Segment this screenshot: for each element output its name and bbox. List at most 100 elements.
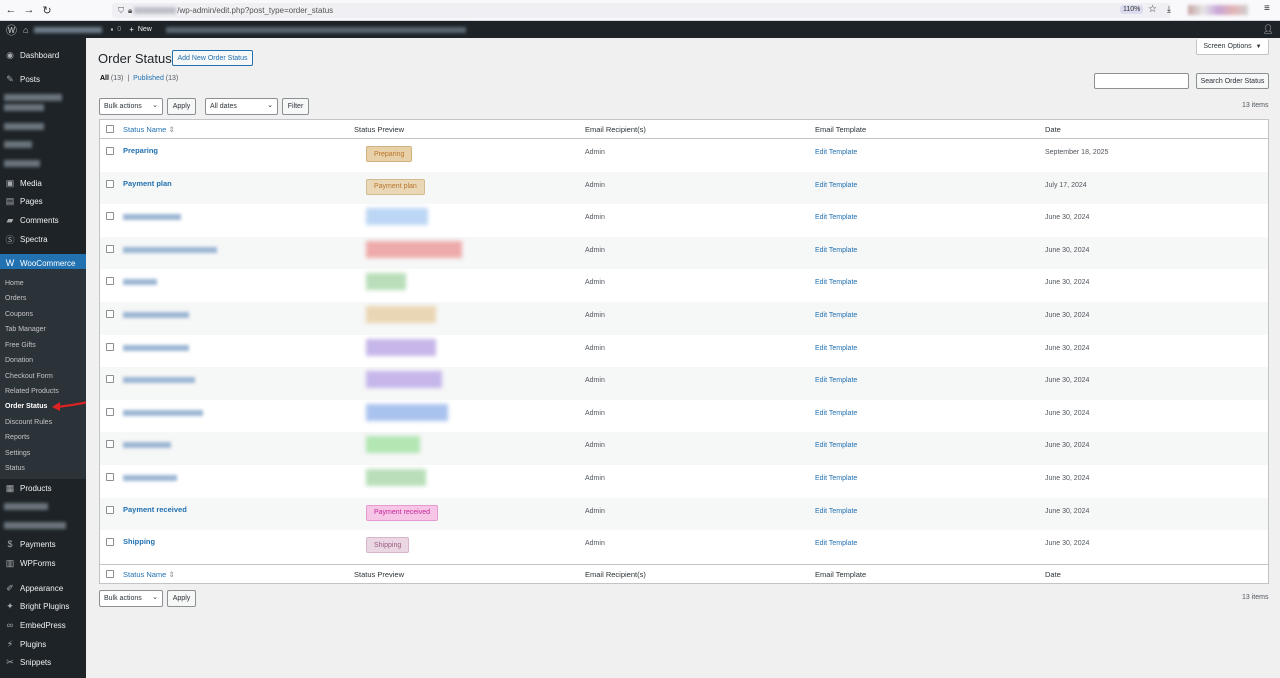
apply-button-bottom[interactable]: Apply: [167, 590, 196, 607]
comments-count[interactable]: 0: [117, 26, 121, 33]
add-new-order-status-button[interactable]: Add New Order Status: [172, 50, 253, 66]
account-icon[interactable]: 👤︎: [1263, 24, 1274, 35]
menu-payments[interactable]: $ Payments: [0, 535, 86, 553]
edit-template-link[interactable]: Edit Template: [815, 508, 857, 515]
extensions-redacted[interactable]: [1188, 5, 1248, 15]
row-checkbox[interactable]: [106, 342, 114, 351]
submenu-status[interactable]: Status: [5, 465, 25, 472]
edit-template-link[interactable]: Edit Template: [815, 410, 857, 417]
submenu-orders[interactable]: Orders: [5, 295, 26, 302]
submenu-related-products[interactable]: Related Products: [5, 388, 59, 395]
submenu-order-status[interactable]: Order Status: [5, 403, 47, 410]
wordpress-logo-icon[interactable]: Ⓦ: [6, 22, 17, 38]
status-name-redacted[interactable]: [123, 214, 181, 221]
status-name-redacted[interactable]: [123, 344, 189, 351]
status-name-redacted[interactable]: [123, 377, 195, 384]
row-checkbox[interactable]: [106, 505, 114, 514]
row-checkbox[interactable]: [106, 407, 114, 416]
edit-template-link[interactable]: Edit Template: [815, 377, 857, 384]
search-order-status-button[interactable]: Search Order Status: [1196, 73, 1269, 89]
menu-item-redacted[interactable]: [4, 94, 62, 101]
edit-template-link[interactable]: Edit Template: [815, 182, 857, 189]
menu-wpforms[interactable]: ▥ WPForms: [0, 554, 86, 572]
select-all-checkbox[interactable]: [106, 125, 114, 133]
status-name-link[interactable]: Payment plan: [123, 179, 172, 188]
menu-dashboard[interactable]: ◉ Dashboard: [0, 46, 86, 64]
bulk-actions-select-bottom[interactable]: Bulk actions ⌄: [99, 590, 163, 607]
row-checkbox[interactable]: [106, 147, 114, 155]
filter-button[interactable]: Filter: [282, 98, 309, 115]
edit-template-link[interactable]: Edit Template: [815, 279, 857, 286]
submenu-free-gifts[interactable]: Free Gifts: [5, 342, 36, 349]
row-checkbox[interactable]: [106, 212, 114, 221]
menu-item-redacted[interactable]: [4, 522, 66, 529]
row-checkbox[interactable]: [106, 375, 114, 384]
star-icon[interactable]: ☆: [1148, 4, 1157, 15]
forward-icon[interactable]: →: [22, 3, 36, 17]
row-checkbox[interactable]: [106, 244, 114, 253]
status-name-redacted[interactable]: [123, 312, 189, 318]
submenu-reports[interactable]: Reports: [5, 434, 30, 441]
select-all-checkbox-footer[interactable]: [106, 570, 114, 578]
row-checkbox[interactable]: [106, 473, 114, 481]
edit-template-link[interactable]: Edit Template: [815, 312, 857, 319]
menu-item-redacted[interactable]: [4, 123, 44, 130]
menu-embedpress[interactable]: ∞ EmbedPress: [0, 616, 86, 634]
menu-pages[interactable]: ▤ Pages: [0, 192, 86, 210]
back-icon[interactable]: ←: [4, 3, 18, 17]
submenu-discount-rules[interactable]: Discount Rules: [5, 419, 52, 426]
row-checkbox[interactable]: [106, 277, 114, 286]
menu-posts[interactable]: ✎ Posts: [0, 70, 86, 88]
menu-item-redacted[interactable]: [4, 503, 48, 510]
menu-item-redacted[interactable]: [4, 141, 32, 148]
menu-bright-plugins[interactable]: ✦ Bright Plugins: [0, 597, 86, 615]
menu-plugins[interactable]: ⚡︎ Plugins: [0, 635, 86, 653]
status-name-redacted[interactable]: [123, 246, 217, 253]
menu-appearance[interactable]: ✐ Appearance: [0, 579, 86, 597]
row-checkbox[interactable]: [106, 440, 114, 449]
menu-products[interactable]: ▦ Products: [0, 479, 86, 497]
status-name-redacted[interactable]: [123, 442, 171, 449]
new-menu[interactable]: New: [138, 26, 152, 33]
row-checkbox[interactable]: [106, 179, 114, 188]
column-status-name-footer[interactable]: Status Name ⇕: [123, 570, 175, 579]
menu-item-redacted[interactable]: [4, 160, 40, 167]
status-name-redacted[interactable]: [123, 475, 177, 481]
submenu-settings[interactable]: Settings: [5, 450, 30, 457]
plus-icon[interactable]: +: [129, 25, 134, 34]
screen-options-button[interactable]: Screen Options ▼: [1196, 39, 1269, 55]
site-name-redacted[interactable]: [34, 26, 103, 33]
filter-published-link[interactable]: Published: [133, 75, 164, 82]
status-name-link[interactable]: Payment received: [123, 505, 187, 514]
url-bar[interactable]: ⛉ 🔒︎ /wp-admin/edit.php?post_type=order_…: [112, 3, 1170, 18]
submenu-home[interactable]: Home: [5, 280, 24, 287]
menu-spectra[interactable]: Ⓢ Spectra: [0, 230, 86, 248]
reload-icon[interactable]: ↻: [40, 3, 54, 17]
bulk-actions-select[interactable]: Bulk actions ⌄: [99, 98, 163, 115]
menu-item-redacted[interactable]: [4, 104, 44, 111]
status-name-redacted[interactable]: [123, 279, 157, 286]
submenu-donation[interactable]: Donation: [5, 357, 33, 364]
status-name-link[interactable]: Shipping: [123, 537, 155, 546]
menu-snippets[interactable]: ✂ Snippets: [0, 653, 86, 671]
submenu-checkout-form[interactable]: Checkout Form: [5, 373, 53, 380]
row-checkbox[interactable]: [106, 538, 114, 547]
menu-media[interactable]: ▣ Media: [0, 174, 86, 192]
edit-template-link[interactable]: Edit Template: [815, 442, 857, 449]
submenu-tab-manager[interactable]: Tab Manager: [5, 326, 46, 333]
edit-template-link[interactable]: Edit Template: [815, 475, 857, 482]
zoom-level[interactable]: 110%: [1120, 5, 1144, 14]
comments-icon[interactable]: ▪: [110, 25, 113, 34]
dates-select[interactable]: All dates ⌄: [205, 98, 278, 115]
apply-button[interactable]: Apply: [167, 98, 196, 115]
edit-template-link[interactable]: Edit Template: [815, 540, 857, 547]
edit-template-link[interactable]: Edit Template: [815, 214, 857, 221]
edit-template-link[interactable]: Edit Template: [815, 247, 857, 254]
submenu-coupons[interactable]: Coupons: [5, 311, 33, 318]
menu-comments[interactable]: ▰ Comments: [0, 211, 86, 229]
edit-template-link[interactable]: Edit Template: [815, 149, 857, 156]
column-status-name[interactable]: Status Name ⇕: [123, 125, 175, 134]
row-checkbox[interactable]: [106, 310, 114, 318]
status-name-redacted[interactable]: [123, 409, 203, 416]
search-input[interactable]: [1094, 73, 1189, 89]
